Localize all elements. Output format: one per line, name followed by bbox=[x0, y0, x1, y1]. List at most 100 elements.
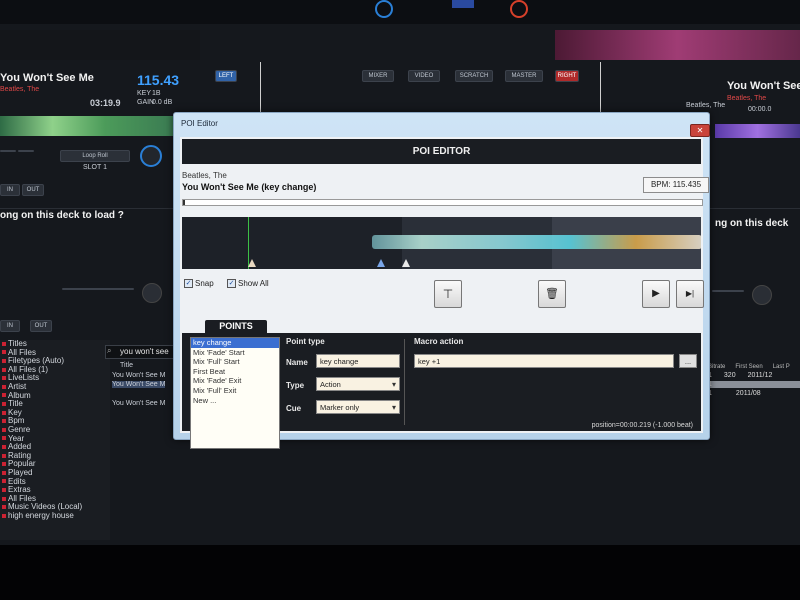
left-lower-in-button[interactable]: IN bbox=[0, 320, 20, 332]
left-bpm: 115.43 bbox=[137, 72, 180, 88]
folder-icon bbox=[2, 341, 6, 346]
left-lower-knob-icon[interactable] bbox=[142, 283, 162, 303]
points-list-item[interactable]: Mix 'Full' Start bbox=[191, 357, 279, 367]
left-artist: Beatles, The bbox=[0, 86, 40, 93]
table-row[interactable]: 13202011/12 bbox=[708, 372, 800, 379]
jog-indicator-left-icon bbox=[375, 0, 393, 18]
waveform-overview-left bbox=[0, 30, 200, 60]
table-cell: 2011/12 bbox=[747, 372, 773, 379]
browser-sidebar: Titles All Files Filetypes (Auto) All Files… bbox=[0, 339, 110, 540]
close-icon[interactable]: ✕ bbox=[690, 124, 710, 137]
points-list-item[interactable]: First Beat bbox=[191, 367, 279, 377]
right-time: 00:00.0 bbox=[748, 106, 772, 113]
points-list-item[interactable]: Mix 'Fade' Start bbox=[191, 348, 279, 358]
show-all-label: Show All bbox=[238, 279, 269, 288]
folder-icon bbox=[2, 410, 6, 415]
left-deck-select-button[interactable]: LEFT bbox=[215, 70, 237, 82]
snap-checkbox[interactable]: ✓ Snap bbox=[184, 279, 214, 289]
macro-browse-button[interactable]: ... bbox=[679, 354, 697, 368]
type-select[interactable]: Action bbox=[316, 377, 400, 392]
trash-icon[interactable]: 🗑 bbox=[538, 280, 566, 308]
right-deck-select-button[interactable]: RIGHT bbox=[555, 70, 579, 82]
column-header[interactable]: Bitrate bbox=[708, 364, 725, 370]
result-row[interactable]: You Won't See M bbox=[112, 381, 166, 388]
folder-icon bbox=[2, 436, 6, 441]
poi-marker-icon[interactable] bbox=[377, 259, 385, 267]
folder-icon bbox=[2, 427, 6, 432]
points-tab[interactable]: POINTS bbox=[205, 320, 267, 333]
search-icon: ⌕ bbox=[107, 346, 112, 355]
track-scrubber[interactable] bbox=[182, 199, 703, 206]
pitch-knob-icon[interactable] bbox=[140, 145, 162, 167]
folder-icon bbox=[2, 367, 6, 372]
right-lower-select[interactable] bbox=[712, 290, 744, 292]
left-prev-button[interactable] bbox=[0, 150, 16, 152]
scrubber-thumb[interactable] bbox=[183, 200, 185, 205]
marker-icon[interactable]: ⊤ bbox=[434, 280, 462, 308]
poi-editor-header: POI EDITOR bbox=[182, 139, 701, 164]
mixer-button[interactable]: MIXER bbox=[362, 70, 394, 82]
name-field[interactable]: key change bbox=[316, 354, 400, 368]
waveform-signal bbox=[372, 235, 701, 249]
table-row[interactable]: 1 bbox=[708, 381, 800, 388]
results-header-title[interactable]: Title bbox=[120, 362, 133, 369]
master-button[interactable]: MASTER bbox=[505, 70, 543, 82]
left-in-button[interactable]: IN bbox=[0, 184, 20, 196]
waveform-pre-region bbox=[182, 217, 402, 269]
left-out-button[interactable]: OUT bbox=[22, 184, 44, 196]
check-icon[interactable]: ✓ bbox=[184, 279, 193, 289]
left-gain-value: 0.0 dB bbox=[152, 99, 173, 106]
left-play-button[interactable] bbox=[18, 150, 34, 152]
poi-marker-icon[interactable] bbox=[248, 259, 256, 267]
waveform-overview-right bbox=[555, 30, 800, 60]
left-load-prompt: ong on this deck to load ? bbox=[0, 210, 124, 221]
point-type-heading: Point type bbox=[286, 337, 325, 346]
folder-icon bbox=[2, 496, 6, 501]
check-icon[interactable]: ✓ bbox=[227, 279, 236, 289]
right-lower-knob-icon[interactable] bbox=[752, 285, 772, 305]
table-row[interactable]: 12011/08 bbox=[708, 390, 800, 397]
folder-icon bbox=[2, 513, 6, 518]
left-key-value: 1B bbox=[152, 90, 161, 97]
left-time: 03:19.9 bbox=[90, 98, 121, 108]
right-artist: Beatles, The bbox=[727, 95, 767, 102]
name-label: Name bbox=[286, 358, 308, 367]
skip-next-icon[interactable]: ▶| bbox=[676, 280, 704, 308]
poi-waveform[interactable] bbox=[182, 217, 701, 269]
cue-select-value: Marker only bbox=[320, 403, 360, 412]
right-deck-waveform bbox=[715, 124, 800, 138]
result-row[interactable]: You Won't See M bbox=[112, 400, 165, 407]
points-list-item[interactable]: Mix 'Fade' Exit bbox=[191, 376, 279, 386]
loop-roll-select[interactable]: Loop Roll bbox=[60, 150, 130, 162]
poi-marker-icon[interactable] bbox=[402, 259, 410, 267]
folder-icon bbox=[2, 359, 6, 364]
scratch-button[interactable]: SCRATCH bbox=[455, 70, 493, 82]
macro-action-field[interactable]: key +1 bbox=[414, 354, 674, 368]
show-all-checkbox[interactable]: ✓ Show All bbox=[227, 279, 269, 289]
left-key-label: KEY bbox=[137, 90, 152, 97]
video-button[interactable]: VIDEO bbox=[408, 70, 440, 82]
column-header[interactable]: First Seen bbox=[735, 364, 762, 370]
points-list[interactable]: key change Mix 'Fade' Start Mix 'Full' Sta… bbox=[190, 337, 280, 449]
folder-icon bbox=[2, 445, 6, 450]
browser-folder-item[interactable]: high energy house bbox=[0, 511, 110, 521]
cue-select[interactable]: Marker only bbox=[316, 400, 400, 415]
poi-artist: Beatles, The bbox=[182, 171, 227, 180]
table-cell: 2011/08 bbox=[735, 390, 761, 397]
points-list-item[interactable]: New ... bbox=[191, 396, 279, 406]
type-select-value: Action bbox=[320, 380, 341, 389]
folder-icon bbox=[2, 393, 6, 398]
column-header[interactable]: Last P bbox=[773, 364, 790, 370]
left-lower-out-button[interactable]: OUT bbox=[30, 320, 52, 332]
panel-separator bbox=[404, 339, 405, 425]
points-list-item[interactable]: key change bbox=[191, 338, 279, 348]
play-icon[interactable]: ▶ bbox=[642, 280, 670, 308]
folder-icon bbox=[2, 470, 6, 475]
left-lower-select[interactable] bbox=[62, 288, 134, 290]
points-list-item[interactable]: Mix 'Full' Exit bbox=[191, 386, 279, 396]
result-row[interactable]: You Won't See M bbox=[112, 372, 165, 379]
window-title: POI Editor bbox=[181, 119, 218, 128]
cue-label: Cue bbox=[286, 404, 302, 413]
bpm-display: BPM: 115.435 bbox=[643, 177, 709, 193]
folder-icon bbox=[2, 350, 6, 355]
